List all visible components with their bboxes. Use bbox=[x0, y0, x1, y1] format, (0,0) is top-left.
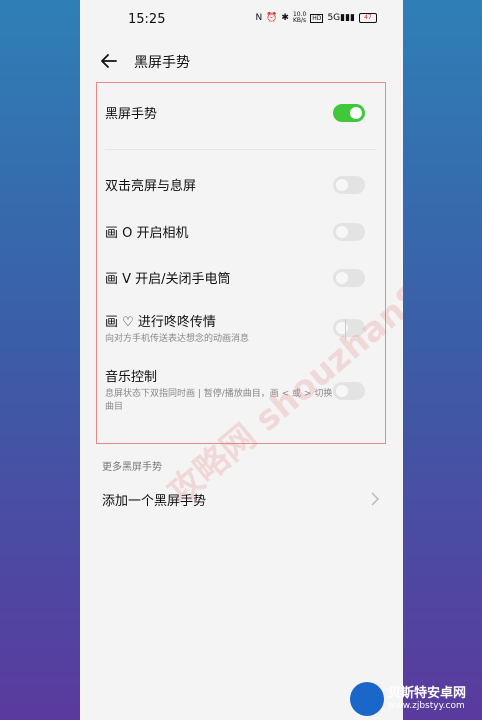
battery-level: 47 bbox=[364, 14, 372, 21]
camera-toggle[interactable] bbox=[333, 223, 365, 241]
section-title: 更多黑屏手势 bbox=[102, 462, 162, 473]
gesture-row-double-tap[interactable]: 双击亮屏与息屏 bbox=[105, 175, 385, 194]
signal-label: 5G bbox=[327, 13, 341, 23]
logo-url: www.zjbstyy.com bbox=[388, 701, 465, 711]
battery-icon: 47 bbox=[359, 13, 377, 23]
double-tap-toggle[interactable] bbox=[333, 176, 365, 194]
bluetooth-icon: ✱ bbox=[281, 13, 289, 23]
logo-mark-icon bbox=[350, 682, 384, 716]
gesture-settings-panel: 黑屏手势 双击亮屏与息屏 画 O 开启相机 画 V 开启/关闭手电筒 画 ♡ 进… bbox=[96, 82, 386, 444]
flashlight-toggle[interactable] bbox=[333, 269, 365, 287]
page-title: 黑屏手势 bbox=[134, 55, 190, 71]
divider bbox=[105, 149, 377, 150]
back-arrow-icon[interactable] bbox=[98, 50, 120, 72]
main-gesture-toggle[interactable] bbox=[333, 104, 365, 122]
signal-icon: 5G▮▮▮ bbox=[327, 13, 355, 23]
status-bar: 15:25 N ⏰ ✱ 10.0 KB/s HD 5G▮▮▮ 47 bbox=[80, 0, 403, 38]
gesture-row-camera[interactable]: 画 O 开启相机 bbox=[105, 222, 385, 241]
status-time: 15:25 bbox=[128, 12, 166, 27]
gesture-row-flashlight[interactable]: 画 V 开启/关闭手电筒 bbox=[105, 268, 385, 287]
gesture-description: 向对方手机传送表达想念的动画消息 bbox=[105, 334, 250, 344]
phone-screen: 15:25 N ⏰ ✱ 10.0 KB/s HD 5G▮▮▮ 47 黑屏手势 黑… bbox=[80, 0, 403, 720]
main-gesture-row[interactable]: 黑屏手势 bbox=[105, 103, 385, 122]
page-header: 黑屏手势 bbox=[80, 46, 403, 78]
chevron-right-icon bbox=[371, 492, 380, 506]
hd-icon: HD bbox=[310, 13, 324, 23]
nfc-icon: N bbox=[255, 13, 263, 23]
site-logo: 贝斯特安卓网 www.zjbstyy.com bbox=[350, 680, 480, 720]
logo-name: 贝斯特安卓网 bbox=[388, 686, 467, 701]
status-icons: N ⏰ ✱ 10.0 KB/s HD 5G▮▮▮ 47 bbox=[255, 12, 377, 24]
network-speed: 10.0 KB/s bbox=[292, 11, 307, 24]
add-gesture-row[interactable]: 添加一个黑屏手势 bbox=[102, 490, 392, 514]
alarm-icon: ⏰ bbox=[266, 13, 278, 23]
